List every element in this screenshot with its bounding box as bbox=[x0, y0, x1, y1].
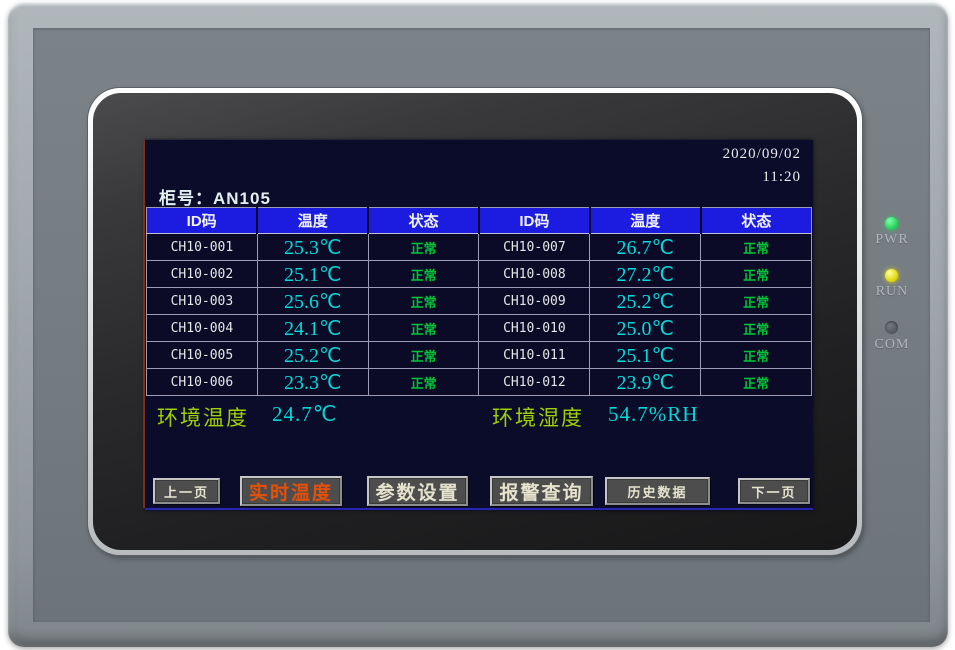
channel-status: 正常 bbox=[701, 342, 812, 369]
channel-temp: 25.3℃ bbox=[257, 234, 368, 261]
table-row: CH10-00125.3℃正常CH10-00726.7℃正常 bbox=[147, 234, 812, 261]
table-row: CH10-00525.2℃正常CH10-01125.1℃正常 bbox=[147, 342, 812, 369]
run-led-label: RUN bbox=[872, 284, 912, 300]
table-row: CH10-00225.1℃正常CH10-00827.2℃正常 bbox=[147, 261, 812, 288]
channel-temp: 26.7℃ bbox=[590, 234, 701, 261]
table-row: CH10-00325.6℃正常CH10-00925.2℃正常 bbox=[147, 288, 812, 315]
channel-id: CH10-005 bbox=[147, 342, 258, 369]
run-led-icon bbox=[885, 269, 898, 282]
channel-temp: 25.6℃ bbox=[257, 288, 368, 315]
time-display: 11:20 bbox=[762, 169, 801, 186]
channel-id: CH10-002 bbox=[147, 261, 258, 288]
channel-table: ID码温度状态ID码温度状态 CH10-00125.3℃正常CH10-00726… bbox=[146, 207, 812, 396]
channel-status: 正常 bbox=[701, 369, 812, 396]
env-temperature-label: 环境温度 bbox=[157, 402, 249, 432]
channel-temp: 25.0℃ bbox=[590, 315, 701, 342]
channel-status: 正常 bbox=[368, 234, 479, 261]
channel-table-header-row: ID码温度状态ID码温度状态 bbox=[147, 208, 812, 234]
channel-id: CH10-006 bbox=[147, 369, 258, 396]
screen-inner-bezel: 2020/09/02 11:20 柜号：AN105 ID码温度状态ID码温度状态… bbox=[93, 93, 857, 550]
pwr-led-label: PWR bbox=[872, 232, 912, 248]
table-row: CH10-00424.1℃正常CH10-01025.0℃正常 bbox=[147, 315, 812, 342]
hmi-panel: 2020/09/02 11:20 柜号：AN105 ID码温度状态ID码温度状态… bbox=[0, 0, 955, 650]
pwr-led-icon bbox=[885, 217, 898, 230]
column-header: 温度 bbox=[590, 208, 701, 234]
com-led-label: COM bbox=[872, 337, 912, 353]
channel-status: 正常 bbox=[701, 261, 812, 288]
nav-alarm-query-button[interactable]: 报警查询 bbox=[490, 476, 593, 506]
channel-temp: 23.3℃ bbox=[257, 369, 368, 396]
nav-param-settings-button[interactable]: 参数设置 bbox=[367, 476, 468, 506]
column-header: 温度 bbox=[257, 208, 368, 234]
channel-id: CH10-008 bbox=[479, 261, 590, 288]
channel-status: 正常 bbox=[368, 369, 479, 396]
nav-realtime-temp-button[interactable]: 实时温度 bbox=[240, 476, 342, 506]
com-led-icon bbox=[885, 321, 898, 334]
channel-temp: 25.1℃ bbox=[257, 261, 368, 288]
env-temperature-value: 24.7℃ bbox=[272, 402, 337, 427]
channel-id: CH10-011 bbox=[479, 342, 590, 369]
column-header: 状态 bbox=[368, 208, 479, 234]
env-humidity-label: 环境湿度 bbox=[492, 402, 584, 432]
channel-temp: 23.9℃ bbox=[590, 369, 701, 396]
channel-status: 正常 bbox=[368, 261, 479, 288]
channel-status: 正常 bbox=[368, 342, 479, 369]
env-humidity-value: 54.7%RH bbox=[608, 402, 698, 427]
channel-id: CH10-004 bbox=[147, 315, 258, 342]
channel-temp: 25.2℃ bbox=[257, 342, 368, 369]
channel-id: CH10-003 bbox=[147, 288, 258, 315]
channel-status: 正常 bbox=[701, 315, 812, 342]
channel-temp: 25.1℃ bbox=[590, 342, 701, 369]
channel-id: CH10-012 bbox=[479, 369, 590, 396]
nav-prev-page-button[interactable]: 上一页 bbox=[153, 478, 220, 504]
channel-id: CH10-009 bbox=[479, 288, 590, 315]
column-header: ID码 bbox=[479, 208, 590, 234]
column-header: 状态 bbox=[701, 208, 812, 234]
channel-status: 正常 bbox=[368, 315, 479, 342]
cabinet-id-label: 柜号：AN105 bbox=[159, 184, 271, 209]
channel-status: 正常 bbox=[701, 288, 812, 315]
channel-temp: 25.2℃ bbox=[590, 288, 701, 315]
nav-history-data-button[interactable]: 历史数据 bbox=[605, 477, 710, 505]
channel-status: 正常 bbox=[368, 288, 479, 315]
channel-status: 正常 bbox=[701, 234, 812, 261]
screen-module: 2020/09/02 11:20 柜号：AN105 ID码温度状态ID码温度状态… bbox=[88, 88, 862, 555]
channel-id: CH10-001 bbox=[147, 234, 258, 261]
lcd-screen: 2020/09/02 11:20 柜号：AN105 ID码温度状态ID码温度状态… bbox=[145, 140, 813, 510]
channel-temp: 27.2℃ bbox=[590, 261, 701, 288]
column-header: ID码 bbox=[147, 208, 258, 234]
channel-id: CH10-010 bbox=[479, 315, 590, 342]
channel-id: CH10-007 bbox=[479, 234, 590, 261]
table-row: CH10-00623.3℃正常CH10-01223.9℃正常 bbox=[147, 369, 812, 396]
channel-temp: 24.1℃ bbox=[257, 315, 368, 342]
channel-table-body: CH10-00125.3℃正常CH10-00726.7℃正常CH10-00225… bbox=[147, 234, 812, 396]
date-display: 2020/09/02 bbox=[723, 146, 801, 163]
nav-next-page-button[interactable]: 下一页 bbox=[738, 478, 810, 504]
